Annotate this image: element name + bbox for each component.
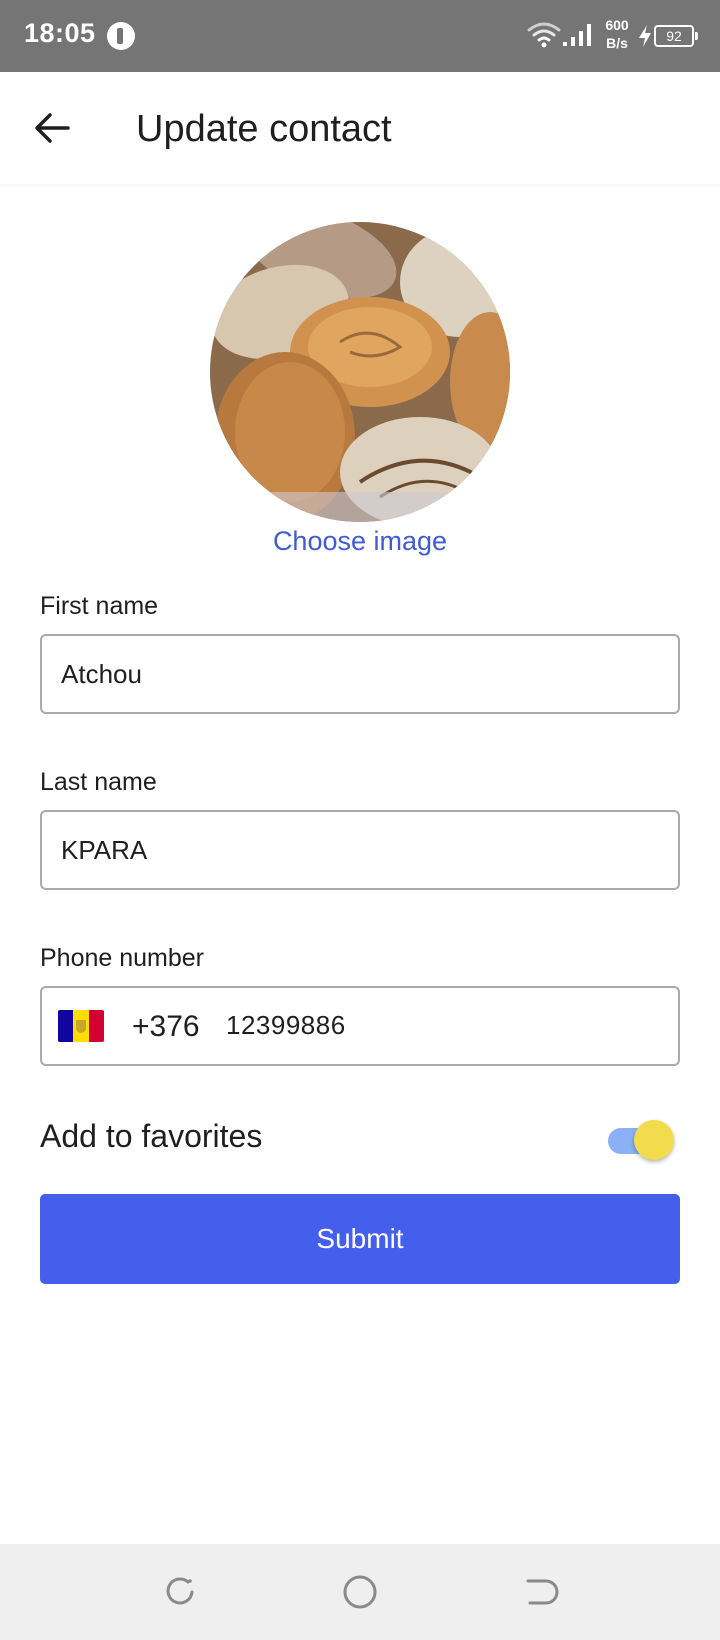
- app-bar: Update contact: [0, 72, 720, 184]
- phone-number-field[interactable]: +376 12399886: [40, 986, 680, 1066]
- network-speed-value: 600: [605, 17, 629, 33]
- favorites-toggle[interactable]: [606, 1118, 674, 1162]
- status-bar: 18:05 600 B/s 92: [0, 0, 720, 72]
- wifi-icon: [527, 22, 561, 48]
- battery-icon: 92: [654, 25, 698, 47]
- choose-image-link[interactable]: Choose image: [0, 526, 720, 557]
- back-button[interactable]: [26, 102, 78, 154]
- phone-number-input[interactable]: 12399886: [226, 1010, 346, 1041]
- network-speed: 600 B/s: [600, 16, 634, 52]
- network-speed-unit: B/s: [606, 35, 628, 51]
- phone-number-label: Phone number: [40, 944, 205, 972]
- status-time: 18:05: [24, 18, 96, 48]
- add-to-favorites-label: Add to favorites: [40, 1118, 263, 1154]
- andorra-flag-icon[interactable]: [58, 1010, 104, 1042]
- back-icon[interactable]: [520, 1572, 560, 1612]
- signal-icon: [563, 24, 591, 46]
- country-dial-code[interactable]: +376: [132, 1010, 200, 1044]
- bread-photo-image: [210, 222, 510, 522]
- page-title: Update contact: [136, 108, 392, 150]
- first-name-input[interactable]: Atchou: [40, 634, 680, 714]
- arrow-left-icon: [35, 113, 70, 143]
- last-name-label: Last name: [40, 768, 157, 796]
- recents-icon[interactable]: [160, 1572, 200, 1612]
- charging-bolt-icon: [639, 25, 651, 47]
- app-notification-icon: [107, 22, 135, 50]
- submit-button[interactable]: Submit: [40, 1194, 680, 1284]
- toggle-thumb: [634, 1120, 674, 1160]
- avatar-image[interactable]: [210, 222, 510, 522]
- first-name-label: First name: [40, 592, 159, 620]
- home-icon[interactable]: [340, 1572, 380, 1612]
- system-nav-bar: [0, 1544, 720, 1640]
- last-name-input[interactable]: KPARA: [40, 810, 680, 890]
